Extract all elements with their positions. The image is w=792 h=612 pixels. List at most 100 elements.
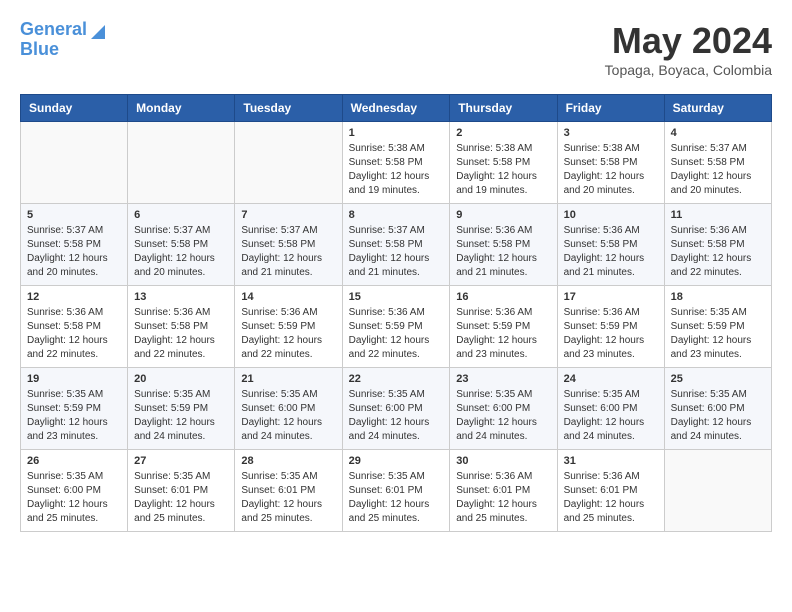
day-info: Sunrise: 5:37 AM Sunset: 5:58 PM Dayligh… bbox=[349, 224, 444, 280]
day-number: 7 bbox=[241, 209, 335, 221]
weekday-header-thursday: Thursday bbox=[450, 95, 557, 122]
day-number: 8 bbox=[349, 209, 444, 221]
day-number: 18 bbox=[671, 291, 765, 303]
day-info: Sunrise: 5:37 AM Sunset: 5:58 PM Dayligh… bbox=[134, 224, 228, 280]
logo: General Blue bbox=[20, 20, 105, 60]
calendar-cell: 2Sunrise: 5:38 AM Sunset: 5:58 PM Daylig… bbox=[450, 122, 557, 204]
day-info: Sunrise: 5:36 AM Sunset: 5:58 PM Dayligh… bbox=[564, 224, 658, 280]
day-info: Sunrise: 5:37 AM Sunset: 5:58 PM Dayligh… bbox=[671, 142, 765, 198]
weekday-header-friday: Friday bbox=[557, 95, 664, 122]
calendar-cell: 22 Sunrise: 5:35 AM Sunset: 6:00 PM Dayli… bbox=[342, 368, 450, 450]
day-number: 13 bbox=[134, 291, 228, 303]
weekday-header-monday: Monday bbox=[128, 95, 235, 122]
day-number: 15 bbox=[349, 291, 444, 303]
day-info: Sunrise: 5:36 AM Sunset: 6:01 PM Dayligh… bbox=[564, 470, 658, 526]
calendar-cell: 18 Sunrise: 5:35 AM Sunset: 5:59 PM Dayli… bbox=[664, 286, 771, 368]
calendar-cell: 19 Sunrise: 5:35 AM Sunset: 5:59 PM Dayli… bbox=[21, 368, 128, 450]
calendar-cell: 28 Sunrise: 5:35 AM Sunset: 6:01 PM Dayli… bbox=[235, 450, 342, 532]
page-header: General Blue May 2024 Topaga, Boyaca, Co… bbox=[20, 20, 772, 78]
calendar-cell: 14 Sunrise: 5:36 AM Sunset: 5:59 PM Dayli… bbox=[235, 286, 342, 368]
calendar-cell: 31 Sunrise: 5:36 AM Sunset: 6:01 PM Dayli… bbox=[557, 450, 664, 532]
calendar-cell: 20 Sunrise: 5:35 AM Sunset: 5:59 PM Dayli… bbox=[128, 368, 235, 450]
weekday-header-tuesday: Tuesday bbox=[235, 95, 342, 122]
calendar-cell: 3 Sunrise: 5:38 AM Sunset: 5:58 PM Daylig… bbox=[557, 122, 664, 204]
day-number: 20 bbox=[134, 373, 228, 385]
calendar-cell: 30Sunrise: 5:36 AM Sunset: 6:01 PM Dayli… bbox=[450, 450, 557, 532]
day-info: Sunrise: 5:35 AM Sunset: 6:01 PM Dayligh… bbox=[134, 470, 228, 526]
day-info: Sunrise: 5:36 AM Sunset: 5:58 PM Dayligh… bbox=[456, 224, 550, 280]
day-number: 2 bbox=[456, 127, 550, 139]
weekday-header-wednesday: Wednesday bbox=[342, 95, 450, 122]
calendar-week-row: 26 Sunrise: 5:35 AM Sunset: 6:00 PM Dayli… bbox=[21, 450, 772, 532]
calendar-cell: 9 Sunrise: 5:36 AM Sunset: 5:58 PM Daylig… bbox=[450, 204, 557, 286]
day-info: Sunrise: 5:35 AM Sunset: 6:00 PM Dayligh… bbox=[241, 388, 335, 444]
calendar-cell: 12Sunrise: 5:36 AM Sunset: 5:58 PM Dayli… bbox=[21, 286, 128, 368]
day-number: 17 bbox=[564, 291, 658, 303]
day-number: 14 bbox=[241, 291, 335, 303]
calendar-cell: 11 Sunrise: 5:36 AM Sunset: 5:58 PM Dayli… bbox=[664, 204, 771, 286]
day-info: Sunrise: 5:35 AM Sunset: 6:00 PM Dayligh… bbox=[456, 388, 550, 444]
day-number: 28 bbox=[241, 455, 335, 467]
day-number: 22 bbox=[349, 373, 444, 385]
logo-text: General bbox=[20, 20, 87, 40]
calendar-cell: 23Sunrise: 5:35 AM Sunset: 6:00 PM Dayli… bbox=[450, 368, 557, 450]
calendar-cell bbox=[235, 122, 342, 204]
day-info: Sunrise: 5:36 AM Sunset: 5:58 PM Dayligh… bbox=[27, 306, 121, 362]
calendar-cell: 21 Sunrise: 5:35 AM Sunset: 6:00 PM Dayli… bbox=[235, 368, 342, 450]
calendar-cell bbox=[664, 450, 771, 532]
day-number: 21 bbox=[241, 373, 335, 385]
day-number: 5 bbox=[27, 209, 121, 221]
calendar-table: SundayMondayTuesdayWednesdayThursdayFrid… bbox=[20, 94, 772, 532]
calendar-cell: 16Sunrise: 5:36 AM Sunset: 5:59 PM Dayli… bbox=[450, 286, 557, 368]
day-info: Sunrise: 5:35 AM Sunset: 6:00 PM Dayligh… bbox=[349, 388, 444, 444]
day-number: 3 bbox=[564, 127, 658, 139]
day-number: 31 bbox=[564, 455, 658, 467]
day-info: Sunrise: 5:35 AM Sunset: 6:01 PM Dayligh… bbox=[349, 470, 444, 526]
day-number: 9 bbox=[456, 209, 550, 221]
day-info: Sunrise: 5:35 AM Sunset: 5:59 PM Dayligh… bbox=[27, 388, 121, 444]
calendar-cell: 25Sunrise: 5:35 AM Sunset: 6:00 PM Dayli… bbox=[664, 368, 771, 450]
day-number: 24 bbox=[564, 373, 658, 385]
day-number: 16 bbox=[456, 291, 550, 303]
calendar-cell bbox=[128, 122, 235, 204]
logo-blue-text: Blue bbox=[20, 40, 59, 60]
day-info: Sunrise: 5:35 AM Sunset: 6:01 PM Dayligh… bbox=[241, 470, 335, 526]
day-info: Sunrise: 5:36 AM Sunset: 5:59 PM Dayligh… bbox=[349, 306, 444, 362]
calendar-cell: 15 Sunrise: 5:36 AM Sunset: 5:59 PM Dayli… bbox=[342, 286, 450, 368]
calendar-cell: 10 Sunrise: 5:36 AM Sunset: 5:58 PM Dayli… bbox=[557, 204, 664, 286]
day-number: 6 bbox=[134, 209, 228, 221]
day-info: Sunrise: 5:36 AM Sunset: 5:58 PM Dayligh… bbox=[671, 224, 765, 280]
location-text: Topaga, Boyaca, Colombia bbox=[605, 62, 772, 78]
day-number: 27 bbox=[134, 455, 228, 467]
calendar-cell: 8 Sunrise: 5:37 AM Sunset: 5:58 PM Daylig… bbox=[342, 204, 450, 286]
day-number: 4 bbox=[671, 127, 765, 139]
weekday-header-row: SundayMondayTuesdayWednesdayThursdayFrid… bbox=[21, 95, 772, 122]
day-info: Sunrise: 5:38 AM Sunset: 5:58 PM Dayligh… bbox=[349, 142, 444, 198]
calendar-cell: 6 Sunrise: 5:37 AM Sunset: 5:58 PM Daylig… bbox=[128, 204, 235, 286]
day-number: 11 bbox=[671, 209, 765, 221]
day-info: Sunrise: 5:36 AM Sunset: 6:01 PM Dayligh… bbox=[456, 470, 550, 526]
day-info: Sunrise: 5:35 AM Sunset: 6:00 PM Dayligh… bbox=[27, 470, 121, 526]
day-number: 10 bbox=[564, 209, 658, 221]
calendar-cell: 24Sunrise: 5:35 AM Sunset: 6:00 PM Dayli… bbox=[557, 368, 664, 450]
day-info: Sunrise: 5:38 AM Sunset: 5:58 PM Dayligh… bbox=[564, 142, 658, 198]
calendar-week-row: 5 Sunrise: 5:37 AM Sunset: 5:58 PM Daylig… bbox=[21, 204, 772, 286]
day-number: 1 bbox=[349, 127, 444, 139]
calendar-cell: 5 Sunrise: 5:37 AM Sunset: 5:58 PM Daylig… bbox=[21, 204, 128, 286]
calendar-week-row: 12Sunrise: 5:36 AM Sunset: 5:58 PM Dayli… bbox=[21, 286, 772, 368]
day-number: 26 bbox=[27, 455, 121, 467]
day-number: 25 bbox=[671, 373, 765, 385]
day-number: 19 bbox=[27, 373, 121, 385]
calendar-cell bbox=[21, 122, 128, 204]
calendar-week-row: 1 Sunrise: 5:38 AM Sunset: 5:58 PM Daylig… bbox=[21, 122, 772, 204]
day-info: Sunrise: 5:37 AM Sunset: 5:58 PM Dayligh… bbox=[241, 224, 335, 280]
calendar-cell: 29Sunrise: 5:35 AM Sunset: 6:01 PM Dayli… bbox=[342, 450, 450, 532]
day-info: Sunrise: 5:35 AM Sunset: 5:59 PM Dayligh… bbox=[134, 388, 228, 444]
day-info: Sunrise: 5:35 AM Sunset: 5:59 PM Dayligh… bbox=[671, 306, 765, 362]
calendar-cell: 13Sunrise: 5:36 AM Sunset: 5:58 PM Dayli… bbox=[128, 286, 235, 368]
month-title: May 2024 bbox=[605, 20, 772, 62]
day-info: Sunrise: 5:37 AM Sunset: 5:58 PM Dayligh… bbox=[27, 224, 121, 280]
calendar-cell: 27 Sunrise: 5:35 AM Sunset: 6:01 PM Dayli… bbox=[128, 450, 235, 532]
day-info: Sunrise: 5:36 AM Sunset: 5:59 PM Dayligh… bbox=[241, 306, 335, 362]
logo-triangle-icon bbox=[89, 21, 105, 39]
